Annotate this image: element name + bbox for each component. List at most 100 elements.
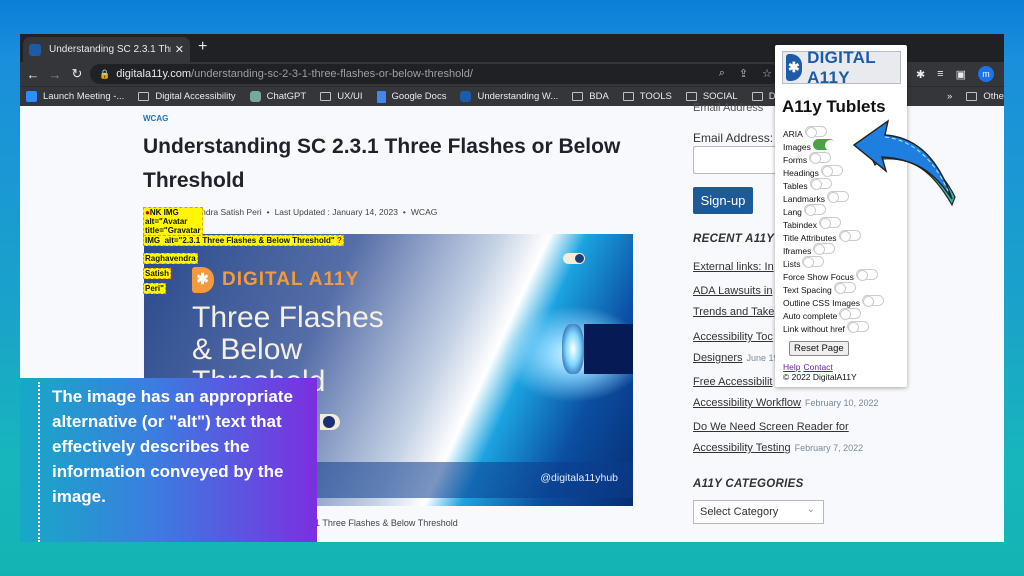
toggle-label: Landmarks [783, 193, 826, 204]
bookmark-item[interactable]: Understanding W... [460, 91, 558, 102]
toggle-label: Auto complete [783, 310, 838, 321]
separator: • [266, 207, 270, 217]
email-label: Email Address: [693, 131, 774, 145]
reset-page-button[interactable]: Reset Page [789, 341, 849, 356]
extensions-puzzle-icon[interactable]: ✱ [916, 68, 925, 81]
toggle-switch[interactable] [855, 269, 878, 281]
new-tab-button[interactable]: + [198, 38, 207, 56]
toggle-switch[interactable] [809, 152, 832, 164]
bookmark-label: Digital Accessibility [155, 91, 236, 102]
toggle-option: Tabindex [783, 217, 884, 231]
reload-button[interactable]: ↻ [66, 66, 88, 82]
close-tab-icon[interactable]: ✕ [175, 43, 184, 56]
separator: • [402, 207, 406, 217]
annotation-line: NK IMG [149, 208, 179, 217]
site-icon [460, 91, 472, 102]
bookmark-item[interactable]: Launch Meeting -... [26, 91, 124, 102]
bookmark-item[interactable]: Google Docs [376, 90, 446, 103]
signup-button[interactable]: Sign-up [693, 187, 753, 214]
callout-text: The image has an appropriate alternative… [52, 387, 293, 506]
post-date: February 10, 2022 [805, 398, 879, 408]
toggle-switch[interactable] [819, 217, 842, 229]
reading-list-icon[interactable]: ≡ [937, 68, 943, 80]
toggle-switch[interactable] [833, 282, 856, 294]
recent-heading: RECENT A11Y A [693, 233, 786, 245]
toggle-label: Lang [783, 206, 802, 217]
recent-post-link[interactable]: Accessibility Toc [693, 331, 773, 343]
recent-post-link[interactable]: Do We Need Screen Reader for [693, 421, 849, 433]
toggle-label: ARIA [783, 128, 803, 139]
bookmarks-overflow-button[interactable]: » [947, 91, 952, 102]
back-button[interactable]: ← [22, 67, 44, 82]
toggle-switch[interactable] [812, 139, 836, 151]
toggle-switch[interactable] [862, 295, 885, 307]
recent-post-link[interactable]: Free Accessibilit [693, 376, 772, 388]
recent-post-link[interactable]: Accessibility Testing February 7, 2022 [693, 442, 863, 454]
toggle-switch[interactable] [804, 126, 827, 138]
side-panel-icon[interactable]: ▣ [956, 68, 966, 81]
toggle-switch[interactable] [803, 204, 826, 216]
zoom-lens-icon[interactable]: ⌕ [719, 67, 725, 80]
copyright: © 2022 DigitalA11Y [783, 372, 857, 382]
toggle-switch[interactable] [839, 308, 862, 320]
recent-post-title[interactable]: Designers [693, 352, 743, 364]
recent-post-title[interactable]: Accessibility Testing [693, 442, 791, 454]
recent-post-link[interactable]: Designers June 19 [693, 352, 779, 364]
category-select[interactable]: Select Category ⌄ [693, 500, 824, 524]
other-bookmarks[interactable]: Other Bookma [966, 91, 1004, 102]
forward-button[interactable]: → [44, 67, 66, 82]
toggle-label: Headings [783, 167, 819, 178]
bookmark-label: UX/UI [337, 91, 363, 102]
hero-brand-text: DIGITAL A11Y [222, 269, 360, 290]
image-caption: 1 Three Flashes & Below Threshold [315, 518, 458, 528]
site-favicon-icon [29, 43, 41, 56]
toggle-switch[interactable] [838, 230, 861, 242]
category-link[interactable]: WCAG [143, 114, 168, 123]
recent-post-link[interactable]: Trends and Take [693, 306, 774, 318]
bookmark-item[interactable]: Digital Accessibility [138, 91, 236, 102]
annotation-name: Peri" [143, 283, 166, 294]
extension-links: Help Contact [783, 362, 836, 372]
toggle-switch[interactable] [827, 191, 850, 203]
address-bar[interactable]: 🔒 digitala11y.com /understanding-sc-2-3-… [90, 64, 780, 84]
recent-post-link[interactable]: Accessibility Workflow February 10, 2022 [693, 397, 879, 409]
recent-post-link[interactable]: ADA Lawsuits in [693, 285, 772, 297]
annotation-tag: IMG [145, 236, 161, 245]
bookmark-star-icon[interactable]: ☆ [762, 67, 772, 80]
tab-active[interactable]: Understanding SC 2.3.1 Three ✕ [23, 37, 190, 62]
toggle-option: Iframes [783, 243, 884, 257]
bookmark-item[interactable]: UX/UI [320, 91, 363, 102]
contact-link[interactable]: Contact [803, 362, 832, 372]
annotation-name: Raghavendra [143, 253, 198, 264]
recent-post-title[interactable]: Accessibility Workflow [693, 397, 801, 409]
bookmark-item[interactable]: TOOLS [622, 91, 672, 102]
toggle-switch[interactable] [846, 321, 869, 333]
lock-icon: 🔒 [99, 68, 111, 79]
meta-category-link[interactable]: WCAG [411, 207, 437, 217]
toggle-switch[interactable] [813, 243, 836, 255]
post-date: June 19 [746, 353, 779, 363]
profile-avatar[interactable]: m [978, 66, 994, 82]
bookmark-item[interactable]: ChatGPT [249, 91, 307, 102]
share-icon[interactable]: ⇪ [739, 67, 748, 80]
toggle-switch[interactable] [809, 178, 832, 190]
bookmark-item[interactable]: SOCIAL [685, 91, 738, 102]
annotation-name: Satish [143, 268, 172, 279]
help-link[interactable]: Help [783, 362, 800, 372]
annotation-line: title="Gravatar [145, 226, 201, 235]
accessibility-person-icon: ✱ [786, 54, 803, 81]
extension-title: A11y Tublets [782, 97, 886, 116]
docs-icon [376, 90, 386, 103]
hero-line: & Below [192, 333, 303, 366]
dotted-divider [38, 382, 40, 542]
a11y-tublets-popup: ✱ DIGITAL A11Y A11y Tublets ARIA Images For… [775, 45, 907, 387]
bookmark-label: ChatGPT [266, 91, 307, 102]
toggle-switch[interactable] [802, 256, 825, 268]
toggle-label: Link without href [783, 323, 845, 334]
hero-line: Three Flashes [192, 301, 384, 334]
toggle-switch[interactable] [820, 165, 843, 177]
bookmark-item[interactable]: BDA [572, 91, 609, 102]
recent-post-link[interactable]: External links: In [693, 261, 774, 273]
bookmark-label: Understanding W... [477, 91, 559, 102]
toggle-label: Title Attributes [783, 232, 837, 243]
